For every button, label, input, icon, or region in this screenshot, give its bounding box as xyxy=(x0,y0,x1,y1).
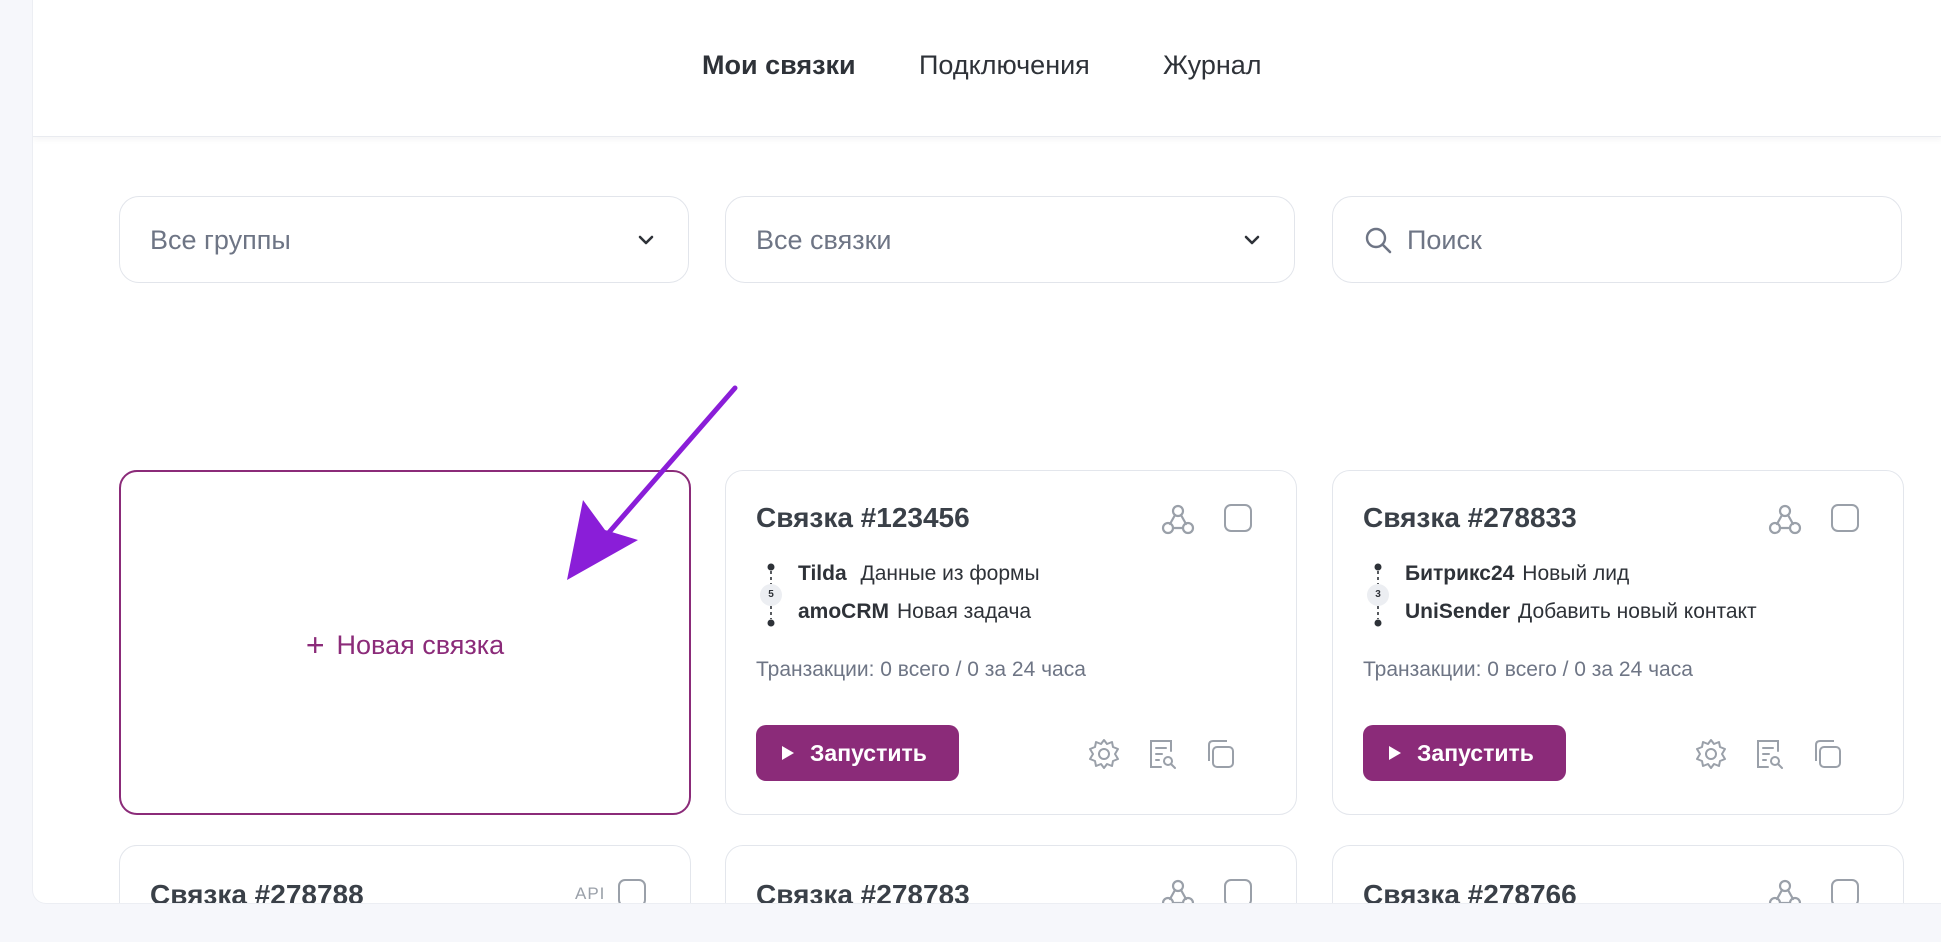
transactions-text: Транзакции: 0 всего / 0 за 24 часа xyxy=(756,658,1086,681)
link-title[interactable]: Связка #123456 xyxy=(756,501,970,535)
flow-target: amoCRM Новая задача xyxy=(798,599,1031,625)
link-card: Связка #278833 3 Битрикс24 Новый лид UniS… xyxy=(1332,470,1904,815)
select-checkbox[interactable] xyxy=(1224,504,1252,532)
target-service: amoCRM xyxy=(798,600,890,623)
tab-my-links[interactable]: Мои связки xyxy=(702,48,856,82)
main-panel: Мои связки Подключения Журнал Все группы… xyxy=(32,0,1941,904)
webhook-icon xyxy=(1161,504,1195,535)
search-input[interactable]: Поиск xyxy=(1332,196,1902,283)
target-service: UniSender xyxy=(1405,600,1511,623)
log-view-icon[interactable] xyxy=(1752,737,1786,771)
plus-icon: + xyxy=(305,627,325,663)
select-checkbox[interactable] xyxy=(1224,879,1252,903)
link-title[interactable]: Связка #278788 xyxy=(150,878,364,903)
source-event: Данные из формы xyxy=(860,562,1040,585)
play-icon xyxy=(782,746,794,760)
search-icon xyxy=(1365,227,1392,254)
copy-icon[interactable] xyxy=(1203,737,1237,771)
settings-gear-icon[interactable] xyxy=(1694,737,1728,771)
flow-target: UniSender Добавить новый контакт xyxy=(1405,599,1757,625)
target-event: Новая задача xyxy=(897,600,1032,623)
run-button[interactable]: Запустить xyxy=(756,725,959,781)
webhook-icon xyxy=(1161,879,1195,903)
link-card: Связка #123456 5 Tilda Данные из формы a… xyxy=(725,470,1297,815)
tab-connections[interactable]: Подключения xyxy=(919,48,1090,82)
webhook-icon xyxy=(1768,879,1802,903)
groups-select-value: Все группы xyxy=(150,225,291,255)
select-checkbox[interactable] xyxy=(1831,504,1859,532)
target-event: Добавить новый контакт xyxy=(1518,600,1757,623)
run-button[interactable]: Запустить xyxy=(1363,725,1566,781)
link-card: Связка #278783 xyxy=(725,845,1297,903)
link-title[interactable]: Связка #278833 xyxy=(1363,501,1577,535)
link-title[interactable]: Связка #278766 xyxy=(1363,878,1577,903)
settings-gear-icon[interactable] xyxy=(1087,737,1121,771)
steps-count: 5 xyxy=(768,589,774,600)
transactions-text: Транзакции: 0 всего / 0 за 24 часа xyxy=(1363,658,1693,681)
copy-icon[interactable] xyxy=(1810,737,1844,771)
groups-select[interactable]: Все группы xyxy=(119,196,689,283)
links-select[interactable]: Все связки xyxy=(725,196,1295,283)
new-link-card[interactable]: + Новая связка xyxy=(119,470,691,815)
new-link-button[interactable]: + Новая связка xyxy=(121,628,689,662)
webhook-icon xyxy=(1768,504,1802,535)
log-view-icon[interactable] xyxy=(1145,737,1179,771)
run-button-label: Запустить xyxy=(810,740,927,766)
chevron-down-icon xyxy=(638,235,654,245)
play-icon xyxy=(1389,746,1401,760)
chevron-down-icon xyxy=(1244,235,1260,245)
source-service: Tilda xyxy=(798,562,847,585)
search-placeholder: Поиск xyxy=(1407,225,1482,255)
links-select-value: Все связки xyxy=(756,225,892,255)
steps-count: 3 xyxy=(1375,589,1381,600)
link-card: Связка #278766 xyxy=(1332,845,1904,903)
tab-journal[interactable]: Журнал xyxy=(1163,48,1262,82)
select-checkbox[interactable] xyxy=(618,879,646,903)
flow-source: Tilda Данные из формы xyxy=(798,561,1040,587)
link-card: Связка #278788 API xyxy=(119,845,691,903)
link-title[interactable]: Связка #278783 xyxy=(756,878,970,903)
source-event: Новый лид xyxy=(1522,562,1630,585)
new-link-label: Новая связка xyxy=(336,630,505,660)
run-button-label: Запустить xyxy=(1417,740,1534,766)
select-checkbox[interactable] xyxy=(1831,879,1859,903)
top-nav: Мои связки Подключения Журнал xyxy=(33,0,1941,137)
api-tag: API xyxy=(575,884,606,903)
source-service: Битрикс24 xyxy=(1405,562,1515,585)
flow-source: Битрикс24 Новый лид xyxy=(1405,561,1629,587)
